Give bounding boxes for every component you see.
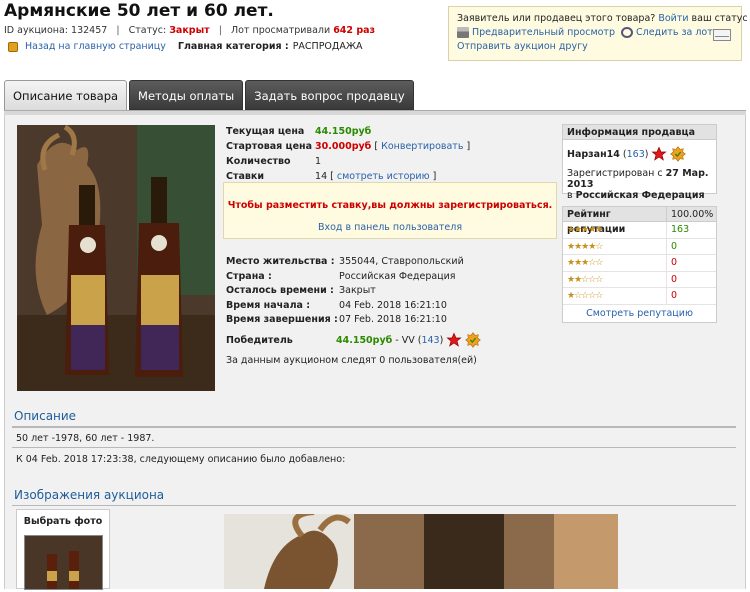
- send-to-friend-link[interactable]: Отправить аукцион другу: [457, 41, 588, 52]
- category-label: Главная категория :: [177, 41, 289, 52]
- rating-count: 0: [671, 240, 678, 252]
- red-star-icon: [446, 332, 462, 347]
- choose-photo-label: Выбрать фото: [23, 516, 103, 527]
- country-label: Страна: [226, 270, 265, 282]
- red-star-icon: [651, 146, 668, 161]
- status-question: Заявитель или продавец этого товара?: [457, 13, 656, 24]
- reputation-header-label: Рейтинг репутации: [563, 207, 667, 235]
- page-title: Армянские 50 лет и 60 лет.: [4, 1, 274, 21]
- seller-name: Нарзан14: [567, 148, 620, 160]
- user-status-box: Заявитель или продавец этого товара? Вой…: [448, 6, 748, 61]
- winner-label: Победитель: [226, 334, 293, 346]
- view-reputation-link[interactable]: Смотреть репутацию: [586, 308, 693, 319]
- reputation-row: ★★☆☆☆ 0: [563, 271, 716, 288]
- id-label: ID аукциона:: [4, 25, 69, 36]
- timeleft-value: Закрыт: [339, 285, 376, 296]
- verified-badge-icon: [670, 146, 687, 162]
- winner-price: 44.150руб: [336, 334, 393, 346]
- end-time-label: Время завершения: [226, 314, 331, 325]
- reputation-row: ★★★★☆ 0: [563, 238, 716, 255]
- quantity-label: Количество: [226, 156, 291, 167]
- reputation-row: ★☆☆☆☆ 0: [563, 288, 716, 305]
- rating-stars: ★★★☆☆: [563, 255, 667, 271]
- location-label: Место жительства: [226, 256, 328, 267]
- mail-icon[interactable]: [713, 29, 731, 41]
- home-icon: [8, 41, 18, 52]
- photo-thumbnail[interactable]: [24, 535, 103, 590]
- user-panel-login-link[interactable]: Вход в панель пользователя: [318, 222, 462, 233]
- rating-count: 0: [671, 257, 678, 268]
- rating-stars: ★★★★★: [563, 222, 667, 238]
- registered-prefix: Зарегистрирован с: [567, 168, 663, 179]
- rating-count: 0: [671, 273, 678, 285]
- seller-info-header: Информация продавца: [563, 125, 716, 140]
- registered-in: в: [567, 190, 573, 201]
- seller-info-box: Информация продавца Нарзан14 (163) Зарег…: [562, 124, 717, 201]
- product-photo[interactable]: [17, 125, 215, 391]
- images-heading: Изображения аукциона: [14, 488, 165, 502]
- thumbnail-panel: Выбрать фото: [16, 509, 110, 590]
- reputation-row: ★★★★★ 163: [563, 222, 716, 239]
- breadcrumb: Назад на главную страницу Главная катего…: [8, 41, 363, 52]
- category-value: РАСПРОДАЖА: [292, 41, 363, 52]
- tab-payment-methods[interactable]: Методы оплаты: [129, 80, 244, 110]
- id-value: 132457: [71, 25, 108, 36]
- login-link[interactable]: Войти: [658, 13, 688, 24]
- auction-meta: ID аукциона: 132457 | Статус: Закрыт | Л…: [4, 25, 376, 36]
- verified-badge-icon: [465, 332, 482, 348]
- start-time-value: 04 Feb. 2018 16:21:10: [339, 299, 447, 311]
- start-time-label: Время начала: [226, 299, 303, 311]
- reputation-row: ★★★☆☆ 0: [563, 255, 716, 272]
- description-text: 50 лет -1978, 60 лет - 1987.: [16, 433, 155, 444]
- watchers-text: За данным аукционом следят 0 пользовател…: [226, 355, 477, 366]
- country-value: Российская Федерация: [339, 270, 456, 282]
- rating-stars: ★☆☆☆☆: [563, 288, 667, 304]
- current-price-value: 44.150руб: [315, 126, 372, 137]
- reputation-header-value: 100.00%: [671, 209, 714, 220]
- registered-country: Российская Федерация: [575, 190, 705, 201]
- divider: [12, 505, 736, 506]
- magnifier-icon: [621, 27, 633, 38]
- status-suffix: ваш статус: [691, 13, 748, 24]
- convert-link[interactable]: Конвертировать: [381, 141, 463, 152]
- description-heading: Описание: [14, 409, 77, 423]
- views-label: Лот просматривали: [230, 25, 331, 36]
- location-value: 355044, Ставропольский: [339, 256, 464, 267]
- current-price-label: Текущая цена: [226, 126, 305, 137]
- tab-bar: Описание товара Методы оплаты Задать воп…: [4, 80, 416, 110]
- preview-link[interactable]: Предварительный просмотр: [472, 27, 615, 38]
- winner-row: Победитель 44.150руб - VV (143): [226, 332, 482, 348]
- rating-stars: ★★☆☆☆: [563, 271, 667, 287]
- rating-stars: ★★★★☆: [563, 238, 667, 254]
- register-warning: Чтобы разместить ставку,вы должны зареги…: [223, 182, 557, 239]
- history-link[interactable]: смотреть историю: [337, 171, 430, 182]
- rating-count: 163: [671, 224, 690, 235]
- seller-rating-link[interactable]: 163: [627, 149, 645, 160]
- printer-icon: [457, 27, 469, 38]
- end-time-value: 07 Feb. 2018 16:21:10: [339, 314, 447, 325]
- tab-description[interactable]: Описание товара: [4, 80, 128, 110]
- tab-ask-seller[interactable]: Задать вопрос продавцу: [245, 80, 414, 110]
- status-label: Статус:: [128, 25, 167, 36]
- description-added-text: К 04 Feb. 2018 17:23:38, следующему опис…: [16, 454, 346, 465]
- reputation-box: Рейтинг репутации 100.00% ★★★★★ 163 ★★★★…: [562, 206, 717, 323]
- divider: [12, 426, 736, 428]
- lot-details: Место жительства : 355044, Ставропольски…: [226, 256, 464, 325]
- quantity-value: 1: [315, 156, 322, 167]
- bid-details: Текущая цена 44.150руб Стартовая цена 30…: [226, 126, 471, 182]
- main-auction-image[interactable]: [224, 514, 618, 589]
- winner-name: VV: [401, 334, 415, 346]
- winner-rating-link[interactable]: 143: [421, 335, 439, 346]
- start-price-label: Стартовая цена: [226, 141, 313, 152]
- views-value: 642 раз: [333, 25, 376, 36]
- divider: [12, 447, 736, 448]
- timeleft-label: Осталось времени: [226, 285, 327, 296]
- status-value: Закрыт: [169, 25, 210, 36]
- back-home-link[interactable]: Назад на главную страницу: [25, 41, 166, 52]
- register-warning-text: Чтобы разместить ставку,вы должны зареги…: [227, 200, 553, 211]
- start-price-value: 30.000руб: [315, 141, 372, 152]
- rating-count: 0: [671, 290, 678, 301]
